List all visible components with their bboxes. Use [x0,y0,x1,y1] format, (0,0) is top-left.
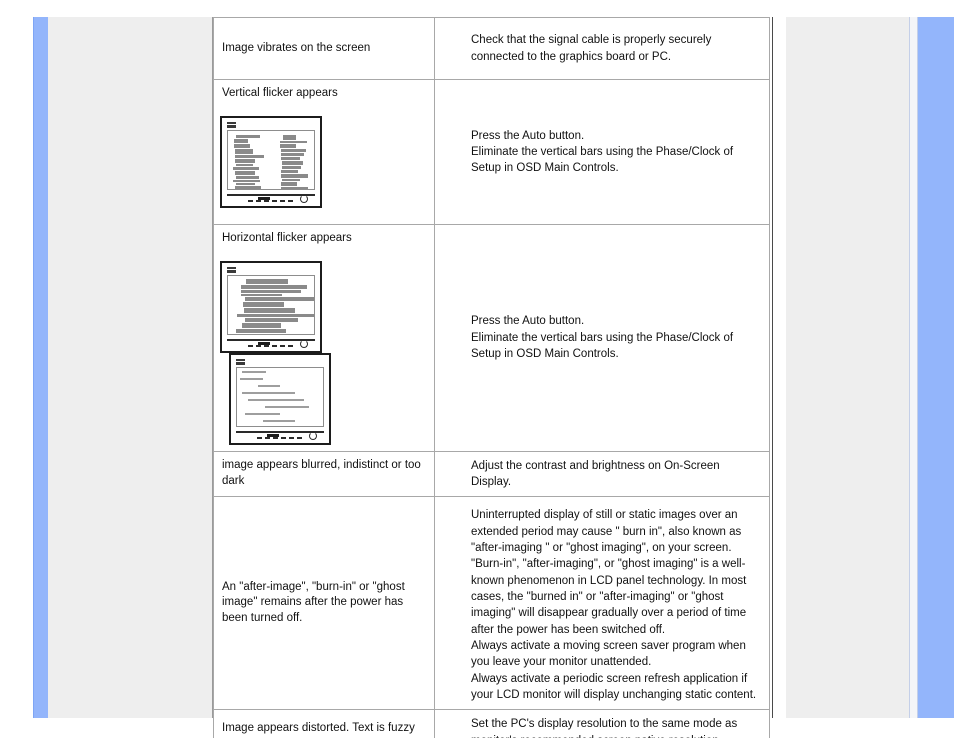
left-gray-panel [48,17,231,718]
table-row: Vertical flicker appears Press the Auto … [213,79,770,225]
solution-text: Press the Auto button. Eliminate the ver… [471,315,734,360]
solution-text: Press the Auto button. Eliminate the ver… [471,129,734,175]
problem-cell: An "after-image", "burn-in" or "ghost im… [213,496,435,711]
vertical-bar-column-left [233,134,264,189]
table-row: Horizontal flicker appears Press the Aut… [213,224,770,452]
monitor-button-row [257,436,303,439]
power-icon [309,431,317,440]
solution-cell: Adjust the contrast and brightness on On… [434,450,770,498]
problem-cell: image appears blurred, indistinct or too… [213,450,435,498]
problem-cell: Image appears distorted. Text is fuzzy o… [213,709,435,738]
monitor-icon [220,115,322,208]
solution-text: Adjust the contrast and brightness on On… [471,459,720,488]
power-icon [300,194,308,203]
monitor-logo-icon [227,121,236,128]
problem-cell: Image vibrates on the screen [213,17,435,80]
troubleshooting-table: Image vibrates on the screen Check that … [213,17,770,738]
monitor-icon [220,260,322,353]
problem-cell: Vertical flicker appears [213,79,435,225]
problem-cell: Horizontal flicker appears [213,224,435,452]
horizontal-bar-rows-calm [240,370,320,423]
problem-text: Image appears distorted. Text is fuzzy o… [222,722,415,738]
solution-cell: Press the Auto button. Eliminate the ver… [434,224,770,452]
table-row: Image vibrates on the screen Check that … [213,17,770,80]
problem-text: image appears blurred, indistinct or too… [222,459,421,487]
solution-text: Uninterrupted display of still or static… [471,509,757,701]
right-blue-bar [918,17,954,718]
table-row: image appears blurred, indistinct or too… [213,450,770,498]
left-blue-bar [34,17,48,718]
table-row: An "after-image", "burn-in" or "ghost im… [213,496,770,711]
monitor-button-row [248,199,294,202]
monitor-screen [227,129,315,190]
solution-text: Check that the signal cable is properly … [471,34,712,63]
monitor-button-row [248,344,294,347]
horizontal-bar-rows [231,278,314,333]
problem-text: An "after-image", "burn-in" or "ghost im… [222,580,405,625]
problem-text: Vertical flicker appears [222,87,338,99]
problem-text: Image vibrates on the screen [222,41,371,54]
page-root: Image vibrates on the screen Check that … [0,0,954,738]
solution-cell: Check that the signal cable is properly … [434,17,770,80]
monitor-logo-icon [227,266,236,273]
problem-text: Horizontal flicker appears [222,232,352,244]
content-right-rule [772,17,773,718]
right-gray-panel [786,17,910,718]
solution-cell: Uninterrupted display of still or static… [434,496,770,711]
solution-cell: Press the Auto button. Eliminate the ver… [434,79,770,225]
monitor-screen [227,274,315,335]
table-row: Image appears distorted. Text is fuzzy o… [213,709,770,738]
power-icon [300,339,308,348]
solution-cell: Set the PC's display resolution to the s… [434,709,770,738]
vertical-flicker-illustration [214,108,434,214]
solution-text: Set the PC's display resolution to the s… [471,718,738,738]
monitor-logo-icon [236,358,245,365]
monitor-screen [236,366,324,427]
monitor-icon [229,352,331,445]
horizontal-flicker-illustration [214,253,434,451]
vertical-bar-column-right [279,134,309,189]
